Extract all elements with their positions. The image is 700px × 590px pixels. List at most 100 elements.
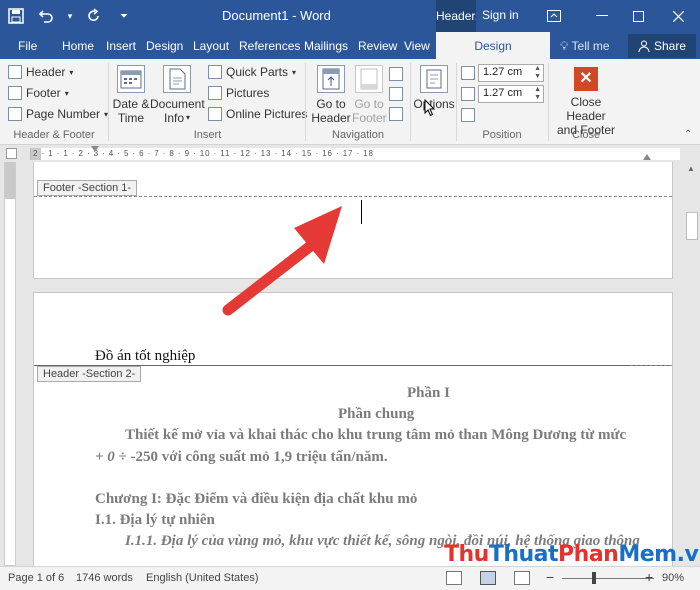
zoom-out-icon[interactable]: −: [546, 569, 554, 585]
quick-parts-label: Quick Parts: [226, 65, 289, 79]
customize-qat-icon[interactable]: ⏷: [114, 6, 134, 26]
header-from-top-value: 1.27 cm: [483, 66, 523, 78]
horizontal-ruler[interactable]: 2 · 1 · 1 · 2 · 3 · 4 · 5 · 6 · 7 · 8 · …: [30, 146, 680, 160]
maximize-icon[interactable]: [620, 0, 656, 32]
group-label-position: Position: [482, 129, 522, 141]
language-indicator[interactable]: English (United States): [146, 572, 259, 584]
right-indent-marker-icon[interactable]: [643, 154, 651, 160]
page-number-dropdown[interactable]: Page Number ▾: [8, 107, 108, 121]
zoom-slider[interactable]: [562, 578, 654, 579]
pictures-button[interactable]: Pictures: [208, 86, 269, 100]
indent-marker-icon[interactable]: [91, 146, 99, 152]
calendar-icon: [117, 65, 145, 93]
tab-file[interactable]: File: [18, 39, 37, 53]
zoom-slider-thumb[interactable]: [592, 572, 596, 584]
go-to-footer-button[interactable]: Go to Footer: [352, 65, 387, 125]
title-bar: ▾ ⏷ Document1 - Word Header... Sign in: [0, 0, 700, 32]
quick-parts-dropdown[interactable]: Quick Parts ▾: [208, 65, 296, 79]
read-mode-icon[interactable]: [446, 571, 462, 585]
go-to-header-label-1: Go to: [316, 97, 346, 111]
quick-access-toolbar: ▾ ⏷: [6, 0, 134, 32]
scrollbar-thumb[interactable]: [686, 212, 698, 240]
previous-icon: [389, 67, 403, 81]
group-label-insert: Insert: [193, 129, 222, 141]
header-label: Header: [26, 65, 66, 79]
ribbon-tabs: File Home Insert Design Layout Reference…: [0, 32, 700, 59]
status-bar: Page 1 of 6 1746 words English (United S…: [0, 566, 700, 590]
vertical-scrollbar[interactable]: ▲: [684, 162, 700, 566]
page-count[interactable]: Page 1 of 6: [8, 572, 64, 584]
online-pictures-label: Online Pictures: [226, 107, 308, 121]
options-icon: [420, 65, 448, 93]
header-position-icon: [461, 66, 475, 80]
group-label-close: Close: [571, 129, 601, 141]
online-pictures-icon: [208, 107, 222, 121]
footer-position-icon: [461, 87, 475, 101]
close-header-footer-label-1: Close Header: [566, 95, 606, 123]
save-icon[interactable]: [6, 6, 26, 26]
chevron-down-icon: ▾: [64, 88, 69, 98]
undo-icon[interactable]: [36, 6, 56, 26]
tab-view[interactable]: View: [404, 39, 430, 53]
date-time-label-2: Time: [117, 111, 145, 125]
page-number-icon: [8, 107, 22, 121]
date-time-button[interactable]: Date & Time: [112, 65, 150, 125]
ruler-numbers: 2 · 1 · 1 · 2 · 3 · 4 · 5 · 6 · 7 · 8 · …: [33, 149, 374, 158]
document-info-button[interactable]: Document Info ▾: [150, 65, 205, 125]
web-layout-icon[interactable]: [514, 571, 530, 585]
ribbon-display-options-icon[interactable]: [536, 0, 572, 32]
alignment-tab-icon: [461, 108, 475, 122]
pictures-label: Pictures: [226, 86, 270, 100]
chevron-down-icon: ▾: [292, 67, 297, 77]
share-label: Share: [653, 39, 687, 53]
tab-mailings[interactable]: Mailings: [304, 39, 348, 53]
tab-header-footer-design[interactable]: Design: [436, 32, 550, 59]
close-icon: ✕: [574, 67, 598, 91]
link-to-previous-button[interactable]: [389, 107, 403, 121]
zoom-in-icon[interactable]: +: [645, 569, 653, 585]
undo-dropdown-icon[interactable]: ▾: [66, 6, 74, 26]
pictures-icon: [208, 86, 222, 100]
close-header-footer-button[interactable]: ✕ Close Header and Footer: [550, 67, 622, 137]
vertical-ruler[interactable]: [4, 162, 16, 566]
group-separator: [108, 63, 109, 141]
context-tab-header-footer-tools[interactable]: Header...: [436, 0, 476, 32]
tab-layout[interactable]: Layout: [193, 39, 229, 53]
collapse-ribbon-icon[interactable]: ⌃: [684, 129, 692, 140]
header-from-top-spinner[interactable]: 1.27 cm ▲ ▼: [478, 64, 544, 82]
spinner-arrows-icon[interactable]: ▲ ▼: [534, 86, 541, 102]
tab-insert[interactable]: Insert: [106, 39, 136, 53]
minimize-icon[interactable]: [584, 0, 620, 32]
close-window-icon[interactable]: [660, 0, 696, 32]
repeat-icon[interactable]: [84, 6, 104, 26]
tab-home[interactable]: Home: [62, 39, 94, 53]
footer-from-bottom-spinner[interactable]: 1.27 cm ▲ ▼: [478, 85, 544, 103]
go-to-header-icon: [317, 65, 345, 93]
next-section-button[interactable]: [389, 87, 403, 101]
document-area[interactable]: Footer -Section 1- Đồ án tốt nghiệp Head…: [20, 162, 684, 566]
tell-me-search[interactable]: 💡︎ Tell me: [560, 39, 610, 54]
chevron-down-icon: ▾: [186, 113, 191, 122]
word-count[interactable]: 1746 words: [76, 572, 133, 584]
footer-dropdown[interactable]: Footer ▾: [8, 86, 69, 100]
zoom-level[interactable]: 90%: [662, 572, 684, 584]
go-to-header-button[interactable]: Go to Header: [310, 65, 352, 125]
share-button[interactable]: Share: [628, 34, 696, 58]
sign-in-link[interactable]: Sign in: [482, 8, 519, 22]
tab-review[interactable]: Review: [358, 39, 397, 53]
tab-references[interactable]: References: [239, 39, 300, 53]
previous-section-button[interactable]: [389, 67, 403, 81]
scroll-up-icon[interactable]: ▲: [687, 164, 695, 173]
print-layout-icon[interactable]: [480, 571, 496, 585]
tab-selector-icon[interactable]: [6, 148, 17, 159]
header-dropdown[interactable]: Header ▾: [8, 65, 73, 79]
tab-design[interactable]: Design: [146, 39, 183, 53]
online-pictures-button[interactable]: Online Pictures: [208, 107, 307, 121]
document-info-label-1: Document: [150, 97, 205, 111]
insert-alignment-tab-button[interactable]: [461, 108, 475, 122]
lightbulb-icon: 💡︎: [560, 39, 569, 53]
spinner-arrows-icon[interactable]: ▲ ▼: [534, 65, 541, 81]
go-to-header-label-2: Header: [311, 111, 351, 125]
mouse-pointer-icon: [424, 98, 436, 120]
ribbon: Header ▾ Footer ▾ Page Number ▾ Header &…: [0, 59, 700, 145]
